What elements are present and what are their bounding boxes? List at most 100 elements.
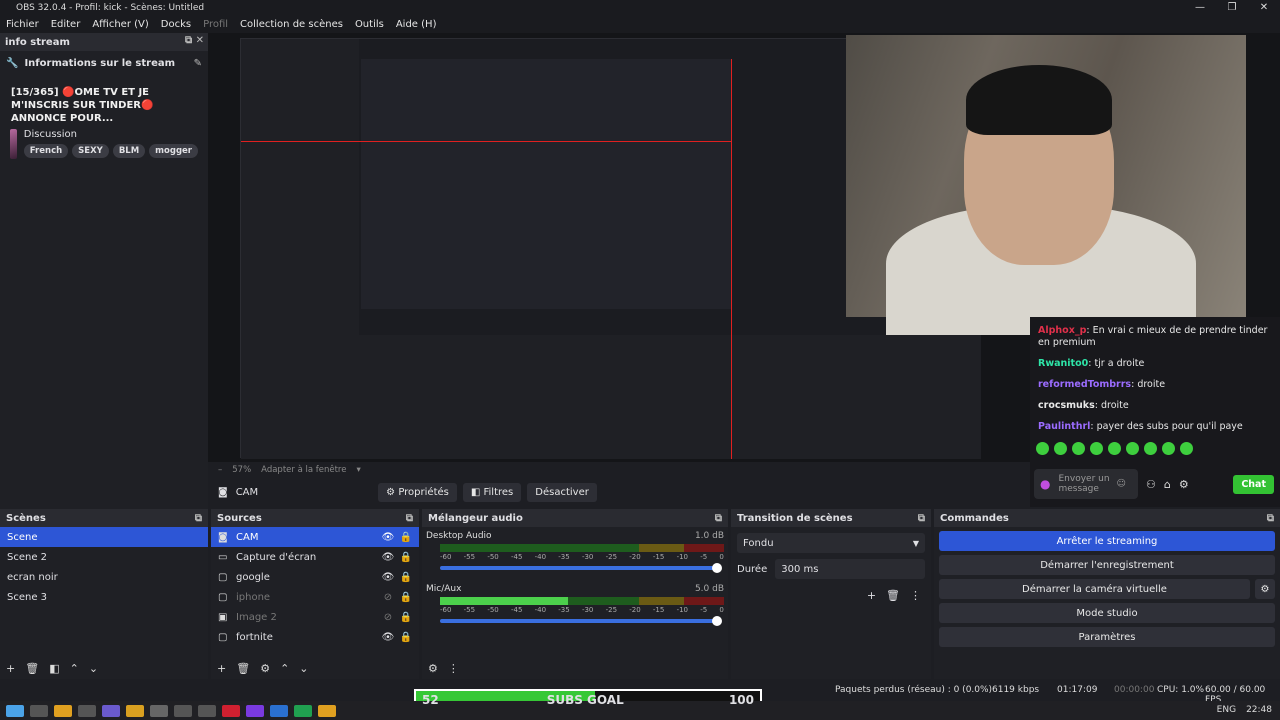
menu-collection[interactable]: Collection de scènes (234, 19, 349, 30)
source-item[interactable]: ▣ Image 2 ⊘ 🔒 (211, 607, 419, 627)
menu-editer[interactable]: Editer (45, 19, 87, 30)
menu-aide[interactable]: Aide (H) (390, 19, 443, 30)
filters-button[interactable]: ◧ Filtres (462, 482, 522, 502)
lock-icon[interactable]: 🔒 (397, 572, 415, 583)
trash-icon[interactable]: 🗑 (25, 662, 39, 675)
volume-slider[interactable] (440, 616, 722, 626)
start-recording-button[interactable]: Démarrer l'enregistrement (939, 555, 1275, 575)
app-icon[interactable] (270, 704, 288, 717)
search-icon[interactable] (30, 704, 48, 717)
menu-fichier[interactable]: Fichier (0, 19, 45, 30)
eye-off-icon[interactable]: ⊘ (379, 592, 397, 603)
menu-afficher[interactable]: Afficher (V) (86, 19, 154, 30)
trash-icon[interactable]: 🗑 (886, 589, 900, 602)
source-item[interactable]: ▢ fortnite 👁 🔒 (211, 627, 419, 647)
maximize-button[interactable]: ❐ (1216, 0, 1248, 16)
down-icon[interactable]: ⌄ (89, 662, 98, 675)
emote-icon[interactable] (1072, 442, 1085, 455)
chat-user[interactable]: reformedTombrrs (1038, 379, 1131, 390)
studio-mode-button[interactable]: Mode studio (939, 603, 1275, 623)
app-icon[interactable] (198, 704, 216, 717)
dock-float-icon[interactable]: ⧉ (715, 513, 722, 524)
menu-docks[interactable]: Docks (155, 19, 197, 30)
add-icon[interactable]: + (867, 589, 876, 602)
more-icon[interactable]: ⋮ (448, 662, 459, 675)
chat-user[interactable]: Alphox_p (1038, 325, 1086, 336)
scene-item[interactable]: ecran noir (0, 567, 208, 587)
emote-icon[interactable] (1126, 442, 1139, 455)
chevron-down-icon[interactable]: ▾ (356, 465, 360, 475)
app-icon[interactable] (102, 704, 120, 717)
volume-slider[interactable] (440, 563, 722, 573)
chat-user[interactable]: Paulinthrl (1038, 421, 1090, 432)
dock-float-icon[interactable]: ⧉ (918, 513, 925, 524)
scene-item[interactable]: Scene 2 (0, 547, 208, 567)
dock-float-icon[interactable]: ⧉ (406, 513, 413, 524)
eye-icon[interactable]: 👁 (379, 532, 397, 543)
gear-icon[interactable]: ⚙ (260, 662, 270, 675)
filter-icon[interactable]: ◧ (49, 662, 59, 675)
browser-icon[interactable] (54, 704, 72, 717)
chat-user[interactable]: Rwanito0 (1038, 358, 1088, 369)
minimize-button[interactable]: — (1184, 0, 1216, 16)
settings-button[interactable]: Paramètres (939, 627, 1275, 647)
source-item[interactable]: ▢ google 👁 🔒 (211, 567, 419, 587)
emote-icon[interactable] (1180, 442, 1193, 455)
emote-icon[interactable] (1054, 442, 1067, 455)
fit-window-select[interactable]: Adapter à la fenêtre (261, 465, 346, 475)
eye-icon[interactable]: 👁 (379, 552, 397, 563)
edit-icon[interactable]: ✎ (194, 58, 202, 69)
emote-icon[interactable] (1144, 442, 1157, 455)
zoom-level[interactable]: 57% (232, 465, 251, 475)
deactivate-button[interactable]: Désactiver (527, 482, 597, 502)
app-icon[interactable] (294, 704, 312, 717)
app-icon[interactable] (174, 704, 192, 717)
language-indicator[interactable]: ENG (1217, 705, 1236, 715)
lock-icon[interactable]: 🔒 (397, 532, 415, 543)
app-icon[interactable] (222, 704, 240, 717)
stop-streaming-button[interactable]: Arrêter le streaming (939, 531, 1275, 551)
up-icon[interactable]: ⌃ (70, 662, 79, 675)
trash-icon[interactable]: 🗑 (236, 662, 250, 675)
clock[interactable]: 22:48 (1246, 705, 1272, 715)
emote-icon[interactable] (1162, 442, 1175, 455)
app-icon[interactable] (126, 704, 144, 717)
start-icon[interactable] (6, 704, 24, 717)
down-icon[interactable]: ⌄ (299, 662, 308, 675)
eye-icon[interactable]: 👁 (379, 632, 397, 643)
virtual-camera-button[interactable]: Démarrer la caméra virtuelle (939, 579, 1250, 599)
properties-button[interactable]: ⚙ Propriétés (378, 482, 457, 502)
source-item[interactable]: ▢ iphone ⊘ 🔒 (211, 587, 419, 607)
source-item[interactable]: ▭ Capture d'écran 👁 🔒 (211, 547, 419, 567)
duration-input[interactable]: 300 ms (775, 559, 925, 579)
dock-float-icon[interactable]: ⧉ (1267, 513, 1274, 524)
add-icon[interactable]: + (217, 662, 226, 675)
emote-icon[interactable] (1090, 442, 1103, 455)
obs-icon[interactable] (150, 704, 168, 717)
up-icon[interactable]: ⌃ (280, 662, 289, 675)
dock-controls[interactable]: ⧉ ✕ (185, 35, 204, 46)
close-button[interactable]: ✕ (1248, 0, 1280, 16)
lock-icon[interactable]: 🔒 (397, 612, 415, 623)
mixer-settings-icon[interactable]: ⚙ (428, 662, 438, 675)
more-icon[interactable]: ⋮ (910, 589, 921, 602)
eye-off-icon[interactable]: ⊘ (379, 612, 397, 623)
scene-item[interactable]: Scene 3 (0, 587, 208, 607)
dock-float-icon[interactable]: ⧉ (195, 513, 202, 524)
app-icon[interactable] (78, 704, 96, 717)
lock-icon[interactable]: 🔒 (397, 632, 415, 643)
chat-user[interactable]: crocsmuks (1038, 400, 1095, 411)
emote-icon[interactable] (1108, 442, 1121, 455)
transition-select[interactable]: Fondu ▼ (737, 533, 925, 553)
source-item[interactable]: ◙ CAM 👁 🔒 (211, 527, 419, 547)
menu-outils[interactable]: Outils (349, 19, 390, 30)
gear-icon[interactable]: ⚙ (1255, 579, 1275, 599)
menu-profil[interactable]: Profil (197, 19, 234, 30)
emote-icon[interactable] (1036, 442, 1049, 455)
lock-icon[interactable]: 🔒 (397, 552, 415, 563)
lock-icon[interactable]: 🔒 (397, 592, 415, 603)
scene-item[interactable]: Scene (0, 527, 208, 547)
add-icon[interactable]: + (6, 662, 15, 675)
app-icon[interactable] (318, 704, 336, 717)
eye-icon[interactable]: 👁 (379, 572, 397, 583)
